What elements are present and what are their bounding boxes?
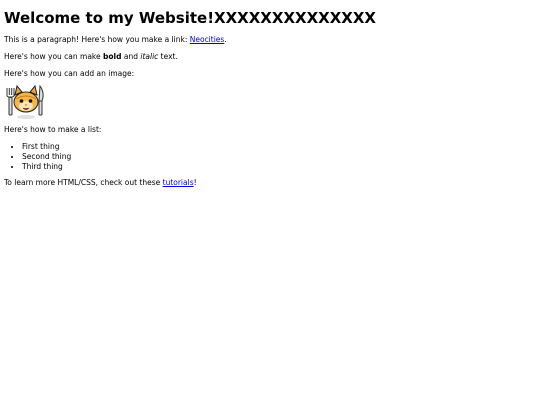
list-item: First thing [22,142,536,152]
learn-more-text: To learn more HTML/CSS, check out these [4,178,163,188]
formatting-after: text. [158,51,178,61]
formatting-text: Here's how you can make [4,51,103,61]
intro-paragraph: This is a paragraph! Here's how you make… [4,35,536,45]
cat-mascot-icon [4,83,48,121]
image-paragraph: Here's how you can add an image: [4,68,135,78]
bold-text: bold [103,51,122,61]
thing-list: First thing Second thing Third thing [4,142,536,171]
list-intro: Here's how to make a list: [4,125,102,135]
tutorials-link[interactable]: tutorials [163,178,194,187]
intro-after: . [224,35,227,44]
page-title: Welcome to my Website!XXXXXXXXXXXXXX [4,9,376,27]
learn-more-after: ! [193,178,197,188]
learn-more-paragraph: To learn more HTML/CSS, check out these … [4,178,536,188]
intro-text: This is a paragraph! Here's how you make… [4,35,190,44]
neocities-link[interactable]: Neocities [190,35,225,44]
formatting-paragraph: Here's how you can make bold and italic … [4,52,536,62]
list-item: Second thing [22,152,536,162]
list-item: Third thing [22,162,536,172]
formatting-mid: and [121,51,141,61]
italic-text: italic [140,51,159,61]
